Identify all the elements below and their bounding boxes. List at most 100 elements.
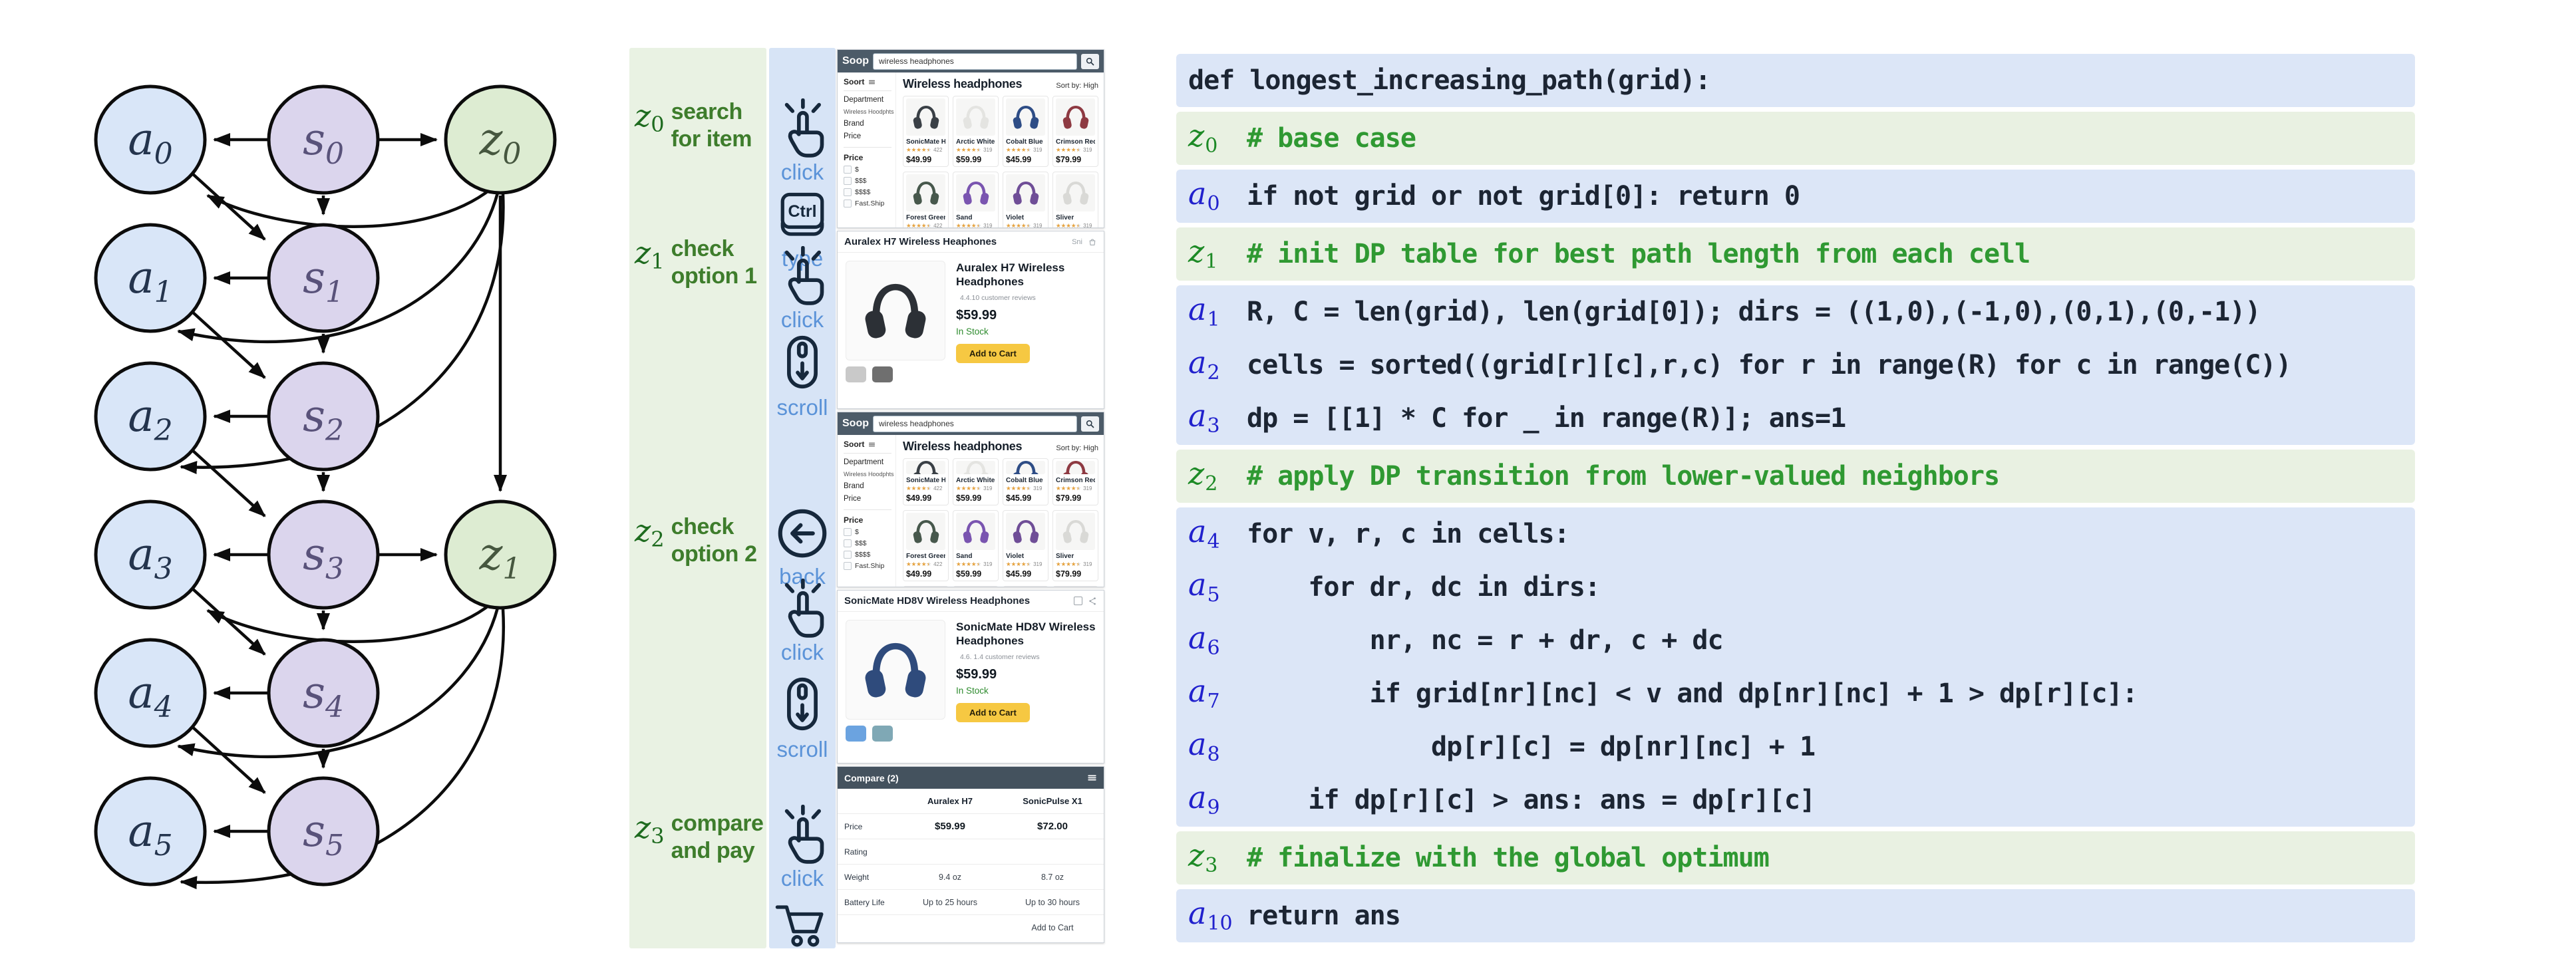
product-image — [1006, 513, 1045, 550]
product-image — [1006, 461, 1045, 474]
review-count: 319 — [1033, 485, 1042, 491]
node-a4: a4 — [96, 640, 205, 746]
product-card[interactable]: Sliver ★★★★★★★★★★ 319 $79.99 — [1052, 510, 1098, 581]
checkbox-icon[interactable] — [844, 166, 852, 174]
checkbox-icon[interactable] — [844, 528, 852, 536]
add-to-cart-button[interactable]: Add to Cart — [956, 344, 1030, 363]
product-card[interactable]: Cobalt Blue ★★★★★★★★★★ 319 $45.99 — [1003, 458, 1048, 505]
code-line-a2: a2cells = sorted((grid[r][c],r,c) for r … — [1176, 339, 2415, 392]
product-card[interactable]: SonicMate HD8V ★★★★★★★★★★ 422 $49.99 — [903, 458, 949, 505]
product-card[interactable] — [953, 586, 999, 587]
color-swatch[interactable] — [872, 366, 893, 382]
headphones-image — [856, 271, 935, 350]
checkbox-icon[interactable] — [844, 539, 852, 547]
sidebar-sort[interactable]: Soort — [844, 77, 891, 91]
product-card[interactable]: Violet ★★★★★★★★★★ 319 — [1003, 172, 1048, 228]
filter-row[interactable]: $$$ — [844, 177, 891, 185]
product-card[interactable] — [1003, 586, 1048, 587]
add-to-cart-button[interactable]: Add to Cart — [956, 703, 1030, 722]
checkbox-icon[interactable] — [844, 188, 852, 196]
product-card[interactable]: Violet ★★★★★★★★★★ 319 $45.99 — [1003, 510, 1048, 581]
product-price: $59.99 — [956, 493, 995, 503]
filter-row[interactable]: Fast.Ship — [844, 200, 891, 207]
product-hero-image — [846, 620, 945, 720]
filter-row[interactable]: $ — [844, 528, 891, 536]
checkbox-icon[interactable] — [844, 177, 852, 185]
product-card[interactable]: Arctic White ★★★★★★★★★★ 319 $59.99 — [953, 458, 999, 505]
product-card[interactable]: Crimson Red ★★★★★★★★★★ 319 $79.99 — [1052, 458, 1098, 505]
results-heading: Wireless headphones — [903, 77, 1022, 91]
line-label-a6: a6 — [1188, 622, 1247, 658]
review-count: 422 — [933, 561, 942, 567]
hamburger-icon[interactable] — [1087, 773, 1097, 783]
shop-body: Soort Department Wireless Hoodphts Brand… — [838, 72, 1104, 228]
checkbox-icon[interactable] — [844, 551, 852, 559]
sidebar-link-price[interactable]: Price — [844, 132, 891, 140]
action-word: scroll — [769, 737, 836, 762]
product-image — [1056, 174, 1095, 211]
code-text: # apply DP transition from lower-valued … — [1247, 461, 1999, 491]
window-icon[interactable] — [1074, 597, 1082, 605]
checkbox-icon[interactable] — [844, 562, 852, 570]
reviews-link[interactable]: 4.6. 1.4 customer reviews — [960, 653, 1040, 661]
add-to-cart-button[interactable]: Add to Cart — [1001, 923, 1104, 932]
filter-row[interactable]: $$$$ — [844, 551, 891, 559]
action-word: scroll — [769, 395, 836, 420]
search-button[interactable] — [1081, 416, 1099, 432]
rating-stars: ★★★★★★★★★★ — [1006, 147, 1031, 153]
sidebar-link-category[interactable]: Wireless Hoodphts — [844, 471, 891, 478]
sort-by-control[interactable]: Sort by: High — [1056, 82, 1098, 90]
product-card[interactable]: Crimson Red ★★★★★★★★★★ 319 $79.99 — [1052, 96, 1098, 167]
product-grid-row3-peek — [903, 586, 1098, 587]
line-label-a9: a9 — [1188, 782, 1247, 818]
filter-row[interactable]: $$$$ — [844, 188, 891, 196]
product-name: Violet — [1006, 553, 1045, 560]
checkbox-icon[interactable] — [844, 200, 852, 207]
product-card[interactable]: Arctic White ★★★★★★★★★★ 319 $59.99 — [953, 96, 999, 167]
share-icon[interactable] — [1088, 597, 1097, 606]
search-button[interactable] — [1081, 54, 1099, 69]
sort-by-control[interactable]: Sort by: High — [1056, 444, 1098, 452]
line-label-a2: a2 — [1188, 347, 1247, 383]
color-swatch[interactable] — [872, 726, 893, 742]
filter-row[interactable]: Fast.Ship — [844, 562, 891, 570]
node-s4: s4 — [269, 640, 378, 746]
color-swatch[interactable] — [846, 726, 866, 742]
search-input[interactable]: wireless headphones — [873, 53, 1077, 70]
sidebar-link-brand[interactable]: Brand — [844, 120, 891, 128]
product-card[interactable] — [903, 586, 949, 587]
action-click-3: click — [769, 246, 836, 333]
product-price: $59.99 — [956, 155, 995, 164]
product-card[interactable]: Forest Green ★★★★★★★★★★ 422 $49.99 — [903, 510, 949, 581]
sidebar-sort[interactable]: Soort — [844, 440, 891, 454]
product-card[interactable]: Sand ★★★★★★★★★★ 319 — [953, 172, 999, 228]
line-label-a10: a10 — [1188, 898, 1247, 934]
bag-icon[interactable] — [1088, 237, 1097, 247]
search-input[interactable]: wireless headphones — [873, 416, 1077, 432]
sidebar-link-price[interactable]: Price — [844, 495, 891, 503]
sidebar-link-department[interactable]: Department — [844, 458, 891, 466]
product-card[interactable] — [1052, 586, 1098, 587]
node-a2: a2 — [96, 363, 205, 470]
action-pay-9: pay — [769, 895, 836, 963]
filter-row[interactable]: $$$ — [844, 539, 891, 547]
sidebar-link-department[interactable]: Department — [844, 96, 891, 104]
screenshot-product-sonicmate: SonicMate HD8V Wireless Headphones So — [837, 590, 1104, 763]
sidebar-link-brand[interactable]: Brand — [844, 482, 891, 490]
product-card[interactable]: Sliver ★★★★★★★★★★ 319 — [1052, 172, 1098, 228]
code-line-a6: a6 nr, nc = r + dr, c + dc — [1176, 614, 2415, 667]
product-card[interactable]: Sand ★★★★★★★★★★ 319 $59.99 — [953, 510, 999, 581]
reviews-link[interactable]: 4.4.10 customer reviews — [960, 294, 1036, 302]
line-label-z3: z3 — [1188, 840, 1247, 876]
product-card[interactable]: Forest Green ★★★★★★★★★★ 422 — [903, 172, 949, 228]
headphones-image — [1059, 100, 1092, 134]
color-swatch[interactable] — [846, 366, 866, 382]
product-card[interactable]: SonicMate HD8V ★★★★★★★★★★ 422 $49.99 — [903, 96, 949, 167]
product-card[interactable]: Cobalt Blue ★★★★★★★★★★ 319 $45.99 — [1003, 96, 1048, 167]
sidebar-link-category[interactable]: Wireless Hoodphts — [844, 108, 891, 115]
phase-description: checkoption 2 — [671, 513, 757, 568]
filter-row[interactable]: $ — [844, 166, 891, 174]
search-icon — [1085, 419, 1095, 429]
edge — [208, 189, 491, 227]
product-title-bar: SonicMate HD8V Wireless Headphones — [838, 591, 1104, 612]
